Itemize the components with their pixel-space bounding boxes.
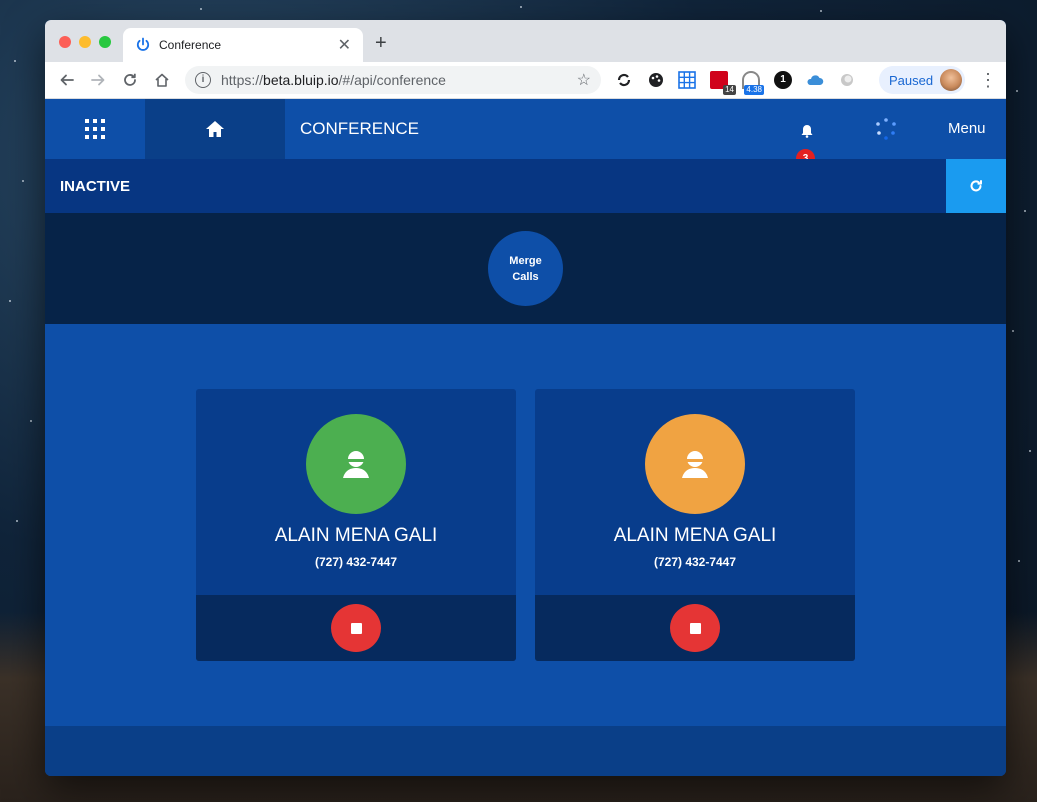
home-outline-icon [155,73,169,87]
palette-icon[interactable] [647,71,665,89]
merge-calls-button[interactable]: Merge Calls [488,231,563,306]
bookmark-star-icon[interactable]: ☆ [577,70,591,90]
arrow-left-icon [60,74,74,86]
refresh-button[interactable] [946,159,1006,213]
participant-phone: (727) 432-7447 [653,555,737,569]
gauge-extension-icon[interactable]: 4.38 [742,71,764,95]
notifications-button[interactable] [793,117,821,145]
participant-card: ALAIN MENA GALI (727) 432-7447 [535,389,855,661]
end-call-button[interactable] [670,604,720,652]
paused-label: Paused [889,72,934,88]
arrow-right-icon [91,74,105,86]
refresh-icon [970,180,982,192]
user-icon [343,451,369,478]
participant-phone: (727) 432-7447 [314,555,398,569]
stop-icon [689,622,701,634]
browser-toolbar: i https://beta.bluip.io/#/api/conference… [45,62,1006,99]
apps-grid-button[interactable] [45,99,145,159]
user-icon [682,451,708,478]
tab-title: Conference [159,38,222,52]
address-bar[interactable]: i https://beta.bluip.io/#/api/conference… [185,66,601,94]
reload-icon [124,73,136,86]
page-title: CONFERENCE [300,119,420,138]
participant-card: ALAIN MENA GALI (727) 432-7447 [196,389,516,661]
home-nav-button[interactable] [145,99,285,159]
home-icon [206,121,224,137]
tab-conference[interactable]: Conference ✕ [123,28,363,62]
maximize-window-button[interactable] [99,36,111,48]
cloud-icon[interactable] [806,71,824,89]
extension-badge: 14 [723,85,736,95]
merge-label-line1: Merge [509,254,542,267]
profile-avatar [940,69,962,91]
onepassword-icon[interactable]: 1 [774,71,792,89]
reload-button[interactable] [119,69,141,91]
menu-button[interactable]: Menu [948,120,986,137]
merge-label-line2: Calls [512,270,539,283]
participants-area: ALAIN MENA GALI (727) 432-7447 ALAIN MEN… [45,324,1006,726]
app-header: CONFERENCE 3 Menu [45,99,1006,168]
participant-name: ALAIN MENA GALI [613,525,777,546]
participant-actions [535,595,855,661]
tab-strip: Conference ✕ + [45,20,1006,62]
close-tab-icon[interactable]: ✕ [338,35,351,55]
merge-bar: Merge Calls [45,213,1006,324]
stop-icon [350,622,362,634]
app-footer [45,726,1006,776]
participant-avatar [306,414,406,514]
power-icon [136,37,150,51]
participant-name: ALAIN MENA GALI [274,525,438,546]
browser-window: Conference ✕ + i https://beta.bluip.io/#… [45,20,1006,776]
sync-icon[interactable] [615,71,633,89]
loading-spinner-icon [876,118,896,140]
url-text: https://beta.bluip.io/#/api/conference [221,72,446,88]
status-bar: INACTIVE [45,159,1006,213]
circle-extension-icon[interactable] [838,71,856,89]
minimize-window-button[interactable] [79,36,91,48]
participant-actions [196,595,516,661]
home-button[interactable] [151,69,173,91]
more-vert-icon[interactable]: ⋮ [979,70,997,91]
status-label: INACTIVE [60,178,131,195]
extension-badge: 4.38 [744,85,764,95]
grid-icon[interactable] [678,71,696,89]
info-icon[interactable]: i [195,72,211,88]
new-tab-button[interactable]: + [375,32,387,55]
profile-paused-button[interactable]: Paused [879,66,965,94]
bell-icon [801,125,813,138]
back-button[interactable] [56,69,78,91]
forward-button[interactable] [87,69,109,91]
participant-avatar [645,414,745,514]
close-window-button[interactable] [59,36,71,48]
apps-grid-icon [85,119,105,139]
calendar-extension-icon[interactable]: 14 [710,71,736,95]
end-call-button[interactable] [331,604,381,652]
